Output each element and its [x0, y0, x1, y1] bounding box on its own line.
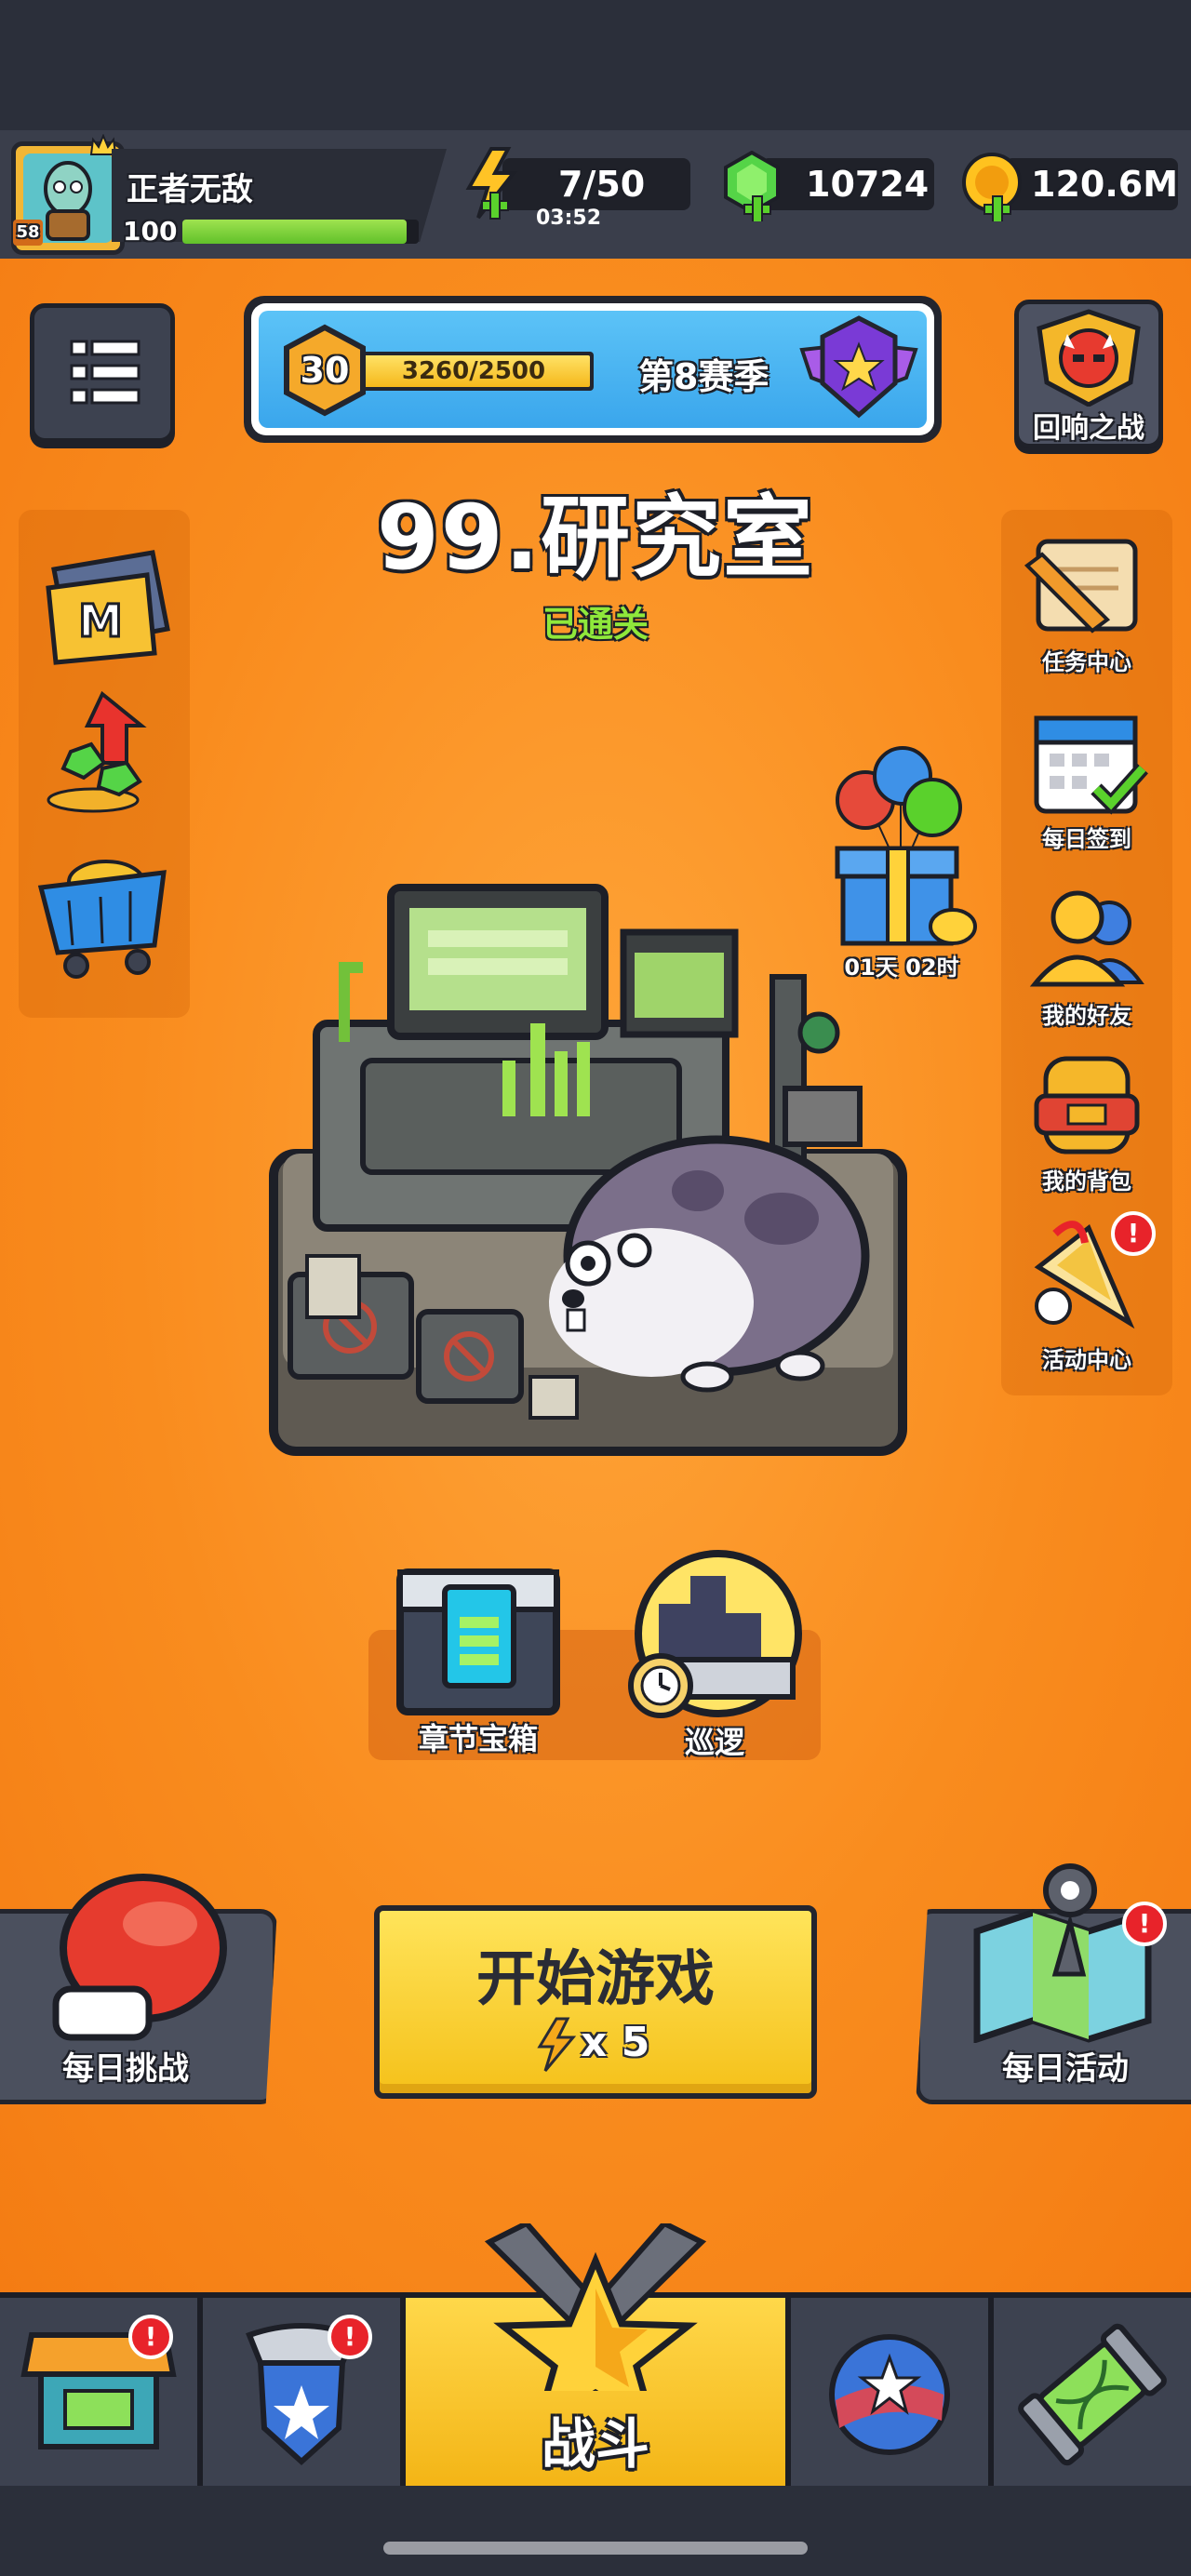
- player-level-badge: 58: [13, 220, 43, 246]
- friends-icon: [1029, 890, 1144, 987]
- battle-star-swords-icon: [484, 2223, 707, 2391]
- lab-scene: [261, 874, 930, 1507]
- echo-battle-button[interactable]: 回响之战: [1014, 300, 1163, 448]
- nav-medal-alert-icon: !: [328, 2315, 372, 2359]
- coins-value: 120.6M: [1031, 164, 1179, 205]
- m-card-button[interactable]: M: [35, 543, 175, 674]
- bottom-nav: ! ! 战斗: [0, 2223, 1191, 2491]
- energy-value: 7/50: [558, 164, 646, 205]
- patrol-city-clock-icon: [628, 1550, 802, 1718]
- lightning-plus-icon: [465, 147, 518, 220]
- season-rank-emblem: [798, 313, 919, 426]
- menu-button[interactable]: [30, 303, 175, 443]
- nav-gene-tab[interactable]: [994, 2298, 1191, 2491]
- nav-talent-tab[interactable]: [791, 2298, 994, 2491]
- event-center-label: 活动中心: [1042, 1347, 1131, 1373]
- patrol-label: 巡逻: [684, 1725, 744, 1760]
- gold-cart-icon: [37, 860, 167, 979]
- winged-star-emblem-icon: [799, 315, 918, 419]
- energy-timer: 03:52: [536, 207, 602, 230]
- coin-plus-icon: [962, 153, 1022, 223]
- daily-events-alert-icon: !: [1122, 1902, 1167, 1946]
- lab-hamster-scene-illustration: [269, 884, 907, 1456]
- daily-challenge-label: 每日挑战: [62, 2050, 189, 2088]
- season-progress-text: 3260/2500: [401, 357, 546, 385]
- medal-shield-icon: [246, 2323, 357, 2466]
- player-exp-value: 100: [123, 216, 178, 247]
- nav-battle-label: 战斗: [541, 2412, 649, 2476]
- nav-battle-tab[interactable]: 战斗: [406, 2223, 791, 2491]
- calendar-check-icon: [1034, 715, 1148, 815]
- start-game-label: 开始游戏: [476, 1945, 715, 2014]
- echo-battle-label: 回响之战: [1033, 412, 1144, 445]
- season-panel[interactable]: 3260/2500 30 第8赛季: [244, 296, 942, 443]
- backpack-button[interactable]: 我的背包: [1014, 1048, 1159, 1196]
- chapter-chest-icon: [396, 1568, 560, 1715]
- chapter-chest-label: 章节宝箱: [418, 1721, 538, 1756]
- task-center-label: 任务中心: [1042, 649, 1131, 675]
- daily-checkin-button[interactable]: 每日签到: [1014, 705, 1159, 854]
- daily-checkin-label: 每日签到: [1042, 826, 1131, 852]
- daily-events-label: 每日活动: [1002, 2050, 1129, 2088]
- status-bar-area: [0, 0, 1191, 130]
- player-name: 正者无敌: [127, 171, 253, 208]
- patrol-button[interactable]: 巡逻: [622, 1548, 808, 1764]
- season-level-hexagon: 30: [281, 324, 368, 417]
- nav-shop-alert-icon: !: [128, 2315, 173, 2359]
- home-bar-area: [0, 2486, 1191, 2576]
- season-level-value: 30: [300, 350, 350, 391]
- player-exp-fill: [182, 220, 408, 244]
- home-indicator[interactable]: [383, 2542, 808, 2555]
- m-card-icon: M: [46, 550, 170, 665]
- energy-add-button[interactable]: [462, 147, 527, 221]
- shop-cart-button[interactable]: [32, 835, 171, 984]
- scroll-pencil-icon: [1024, 539, 1138, 634]
- start-game-cost: x 5: [581, 2019, 650, 2066]
- star-orb-icon: [829, 2334, 950, 2455]
- friends-label: 我的好友: [1042, 1003, 1131, 1029]
- gems-arrow-up-icon: [47, 690, 147, 813]
- coins-add-button[interactable]: [958, 151, 1027, 223]
- friends-button[interactable]: 我的好友: [1014, 882, 1159, 1031]
- growth-offer-button[interactable]: [37, 688, 167, 819]
- svg-text:M: M: [78, 595, 123, 647]
- player-header: 58 正者无敌 100 7/50 03:52 10724 120.6M: [0, 130, 1191, 262]
- start-game-energy-icon: [536, 2017, 577, 2073]
- gem-plus-icon: [724, 150, 780, 223]
- gems-value: 10724: [806, 164, 930, 205]
- season-progress-bar: 3260/2500: [354, 352, 594, 391]
- start-game-button[interactable]: 开始游戏 x 5: [374, 1905, 817, 2099]
- player-exp-bar: [182, 220, 419, 244]
- nav-shop-tab[interactable]: !: [0, 2298, 203, 2491]
- backpack-icon: [1034, 1056, 1140, 1155]
- task-center-button[interactable]: 任务中心: [1014, 528, 1159, 677]
- list-menu-icon: [70, 340, 141, 405]
- event-center-alert-icon: !: [1111, 1211, 1156, 1256]
- chapter-chest-button[interactable]: 章节宝箱: [387, 1544, 569, 1764]
- season-label: 第8赛季: [638, 356, 769, 397]
- demon-shield-icon: [1037, 309, 1141, 407]
- gems-add-button[interactable]: [720, 150, 789, 223]
- boxing-glove-icon: [47, 1868, 233, 2045]
- nav-medal-tab[interactable]: !: [203, 2298, 406, 2491]
- dna-capsule-icon: [1018, 2323, 1167, 2466]
- event-center-button[interactable]: ! 活动中心: [1014, 1211, 1159, 1375]
- map-pin-icon: [968, 1857, 1163, 2044]
- backpack-label: 我的背包: [1042, 1168, 1131, 1195]
